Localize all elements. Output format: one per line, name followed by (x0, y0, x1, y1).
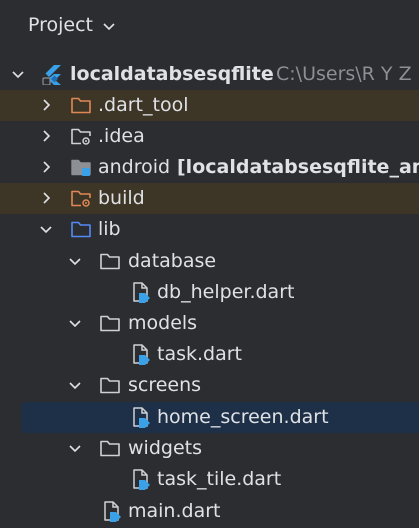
tree-item-database[interactable]: database (0, 246, 419, 277)
chevron-down-icon[interactable] (68, 378, 82, 392)
tree-item-root[interactable]: localdatabsesqflite C:\Users\R Y Z (0, 59, 419, 90)
tree-item-lib[interactable]: lib (0, 214, 419, 245)
tree-item-path: C:\Users\R Y Z (276, 63, 412, 85)
tree-item-db-helper[interactable]: db_helper.dart (0, 277, 419, 308)
dart-file-icon (133, 344, 150, 365)
tree-item-label: database (128, 250, 217, 272)
tree-item-label: build (98, 187, 145, 209)
tree-item-label: .dart_tool (98, 94, 189, 116)
chevron-down-icon[interactable] (68, 441, 82, 455)
chevron-right-icon[interactable] (39, 160, 53, 174)
excluded-folder-icon (71, 97, 91, 114)
tree-item-label: screens (128, 374, 202, 396)
chevron-right-icon[interactable] (39, 191, 53, 205)
settings-folder-icon (71, 128, 91, 145)
tree-item-label: localdatabsesqflite (70, 63, 274, 85)
tree-item-label: .idea (98, 125, 145, 147)
dart-file-icon (133, 469, 150, 490)
tree-item-label: models (128, 312, 198, 334)
folder-icon (100, 377, 120, 394)
dart-file-icon (133, 282, 150, 303)
tree-item-widgets[interactable]: widgets (0, 433, 419, 464)
chevron-down-icon[interactable] (68, 316, 82, 330)
chevron-down-icon[interactable] (39, 222, 53, 236)
tree-item-task[interactable]: task.dart (0, 339, 419, 370)
dart-file-icon (104, 501, 121, 522)
tree-item-label: android (98, 156, 171, 178)
tree-item-home-screen[interactable]: home_screen.dart (21, 402, 419, 433)
excluded-folder-icon (71, 190, 91, 207)
tree-item-android[interactable]: android [localdatabsesqflite_and (0, 152, 419, 183)
chevron-right-icon[interactable] (39, 129, 53, 143)
tree-item-models[interactable]: models (0, 308, 419, 339)
tree-item-dart-tool[interactable]: .dart_tool (0, 90, 419, 121)
folder-icon (100, 253, 120, 270)
panel-header[interactable]: Project (0, 0, 419, 50)
module-folder-icon (71, 159, 91, 176)
tree-item-build[interactable]: build (0, 183, 419, 214)
tree-item-label: lib (98, 218, 121, 240)
tree-item-label: db_helper.dart (157, 281, 295, 303)
chevron-down-icon[interactable] (68, 254, 82, 268)
chevron-down-icon[interactable] (11, 67, 25, 81)
panel-title: Project (28, 14, 94, 36)
dart-file-icon (133, 407, 150, 428)
tree-item-label: task_tile.dart (157, 468, 282, 490)
tree-item-main[interactable]: main.dart (0, 496, 419, 527)
tree-item-idea[interactable]: .idea (0, 121, 419, 152)
tree-item-label: main.dart (128, 500, 221, 522)
tree-item-label: task.dart (157, 343, 242, 365)
tree-item-task-tile[interactable]: task_tile.dart (0, 464, 419, 495)
tree-item-label: home_screen.dart (157, 406, 329, 428)
folder-icon (100, 440, 120, 457)
tree-item-label: widgets (128, 437, 202, 459)
flutter-module-icon (42, 65, 61, 85)
tree-item-screens[interactable]: screens (0, 370, 419, 401)
source-folder-icon (71, 221, 91, 238)
chevron-right-icon[interactable] (39, 98, 53, 112)
folder-icon (100, 315, 120, 332)
chevron-down-icon[interactable] (102, 19, 116, 33)
tree-item-module-name: [localdatabsesqflite_and (177, 156, 419, 178)
